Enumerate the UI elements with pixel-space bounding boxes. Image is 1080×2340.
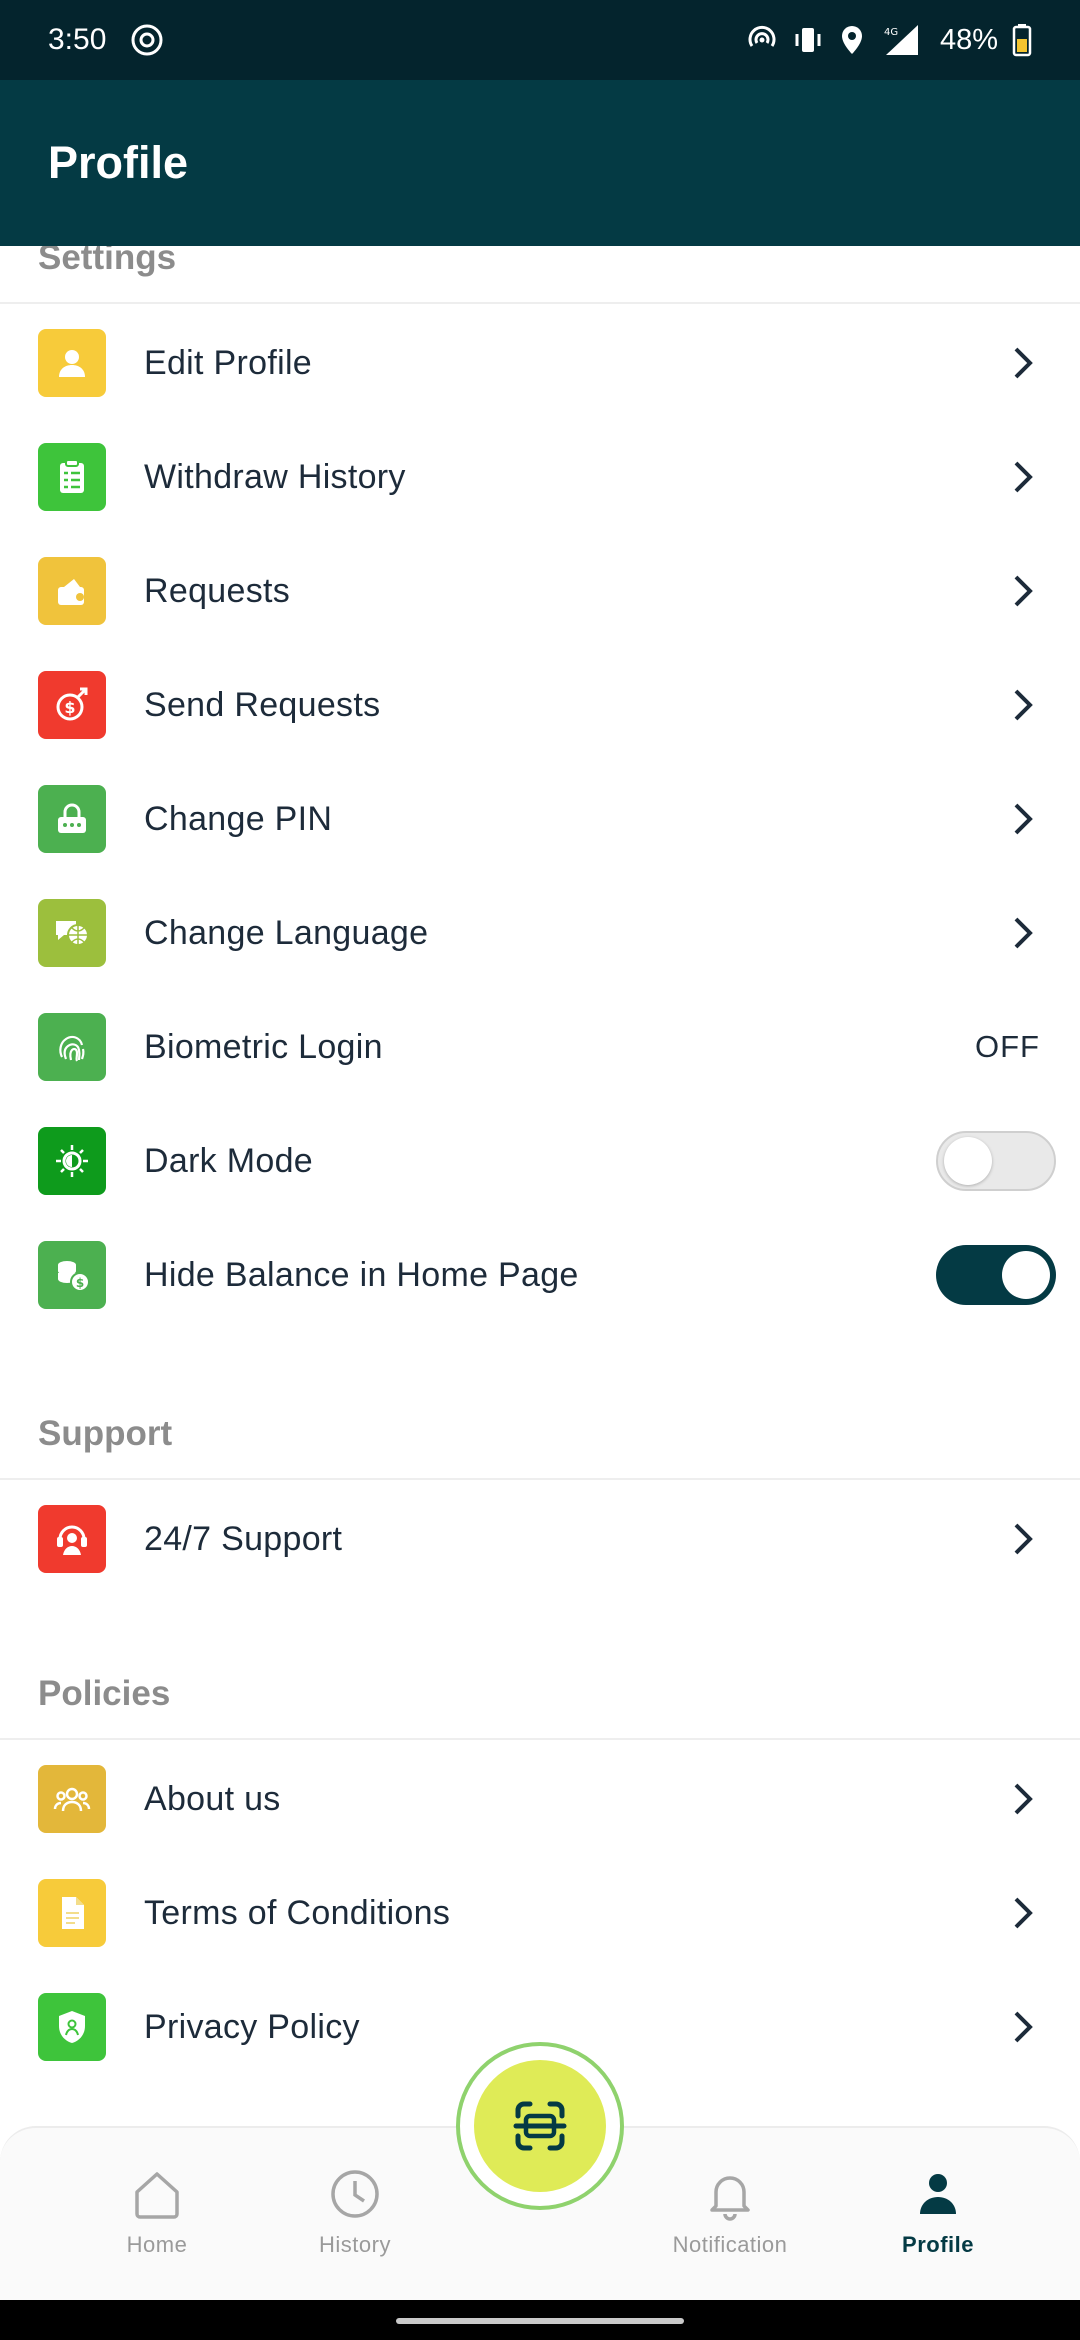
profile-content[interactable]: Settings Edit Profile Withdraw History R… xyxy=(0,246,1080,2126)
nav-label: Profile xyxy=(902,2232,974,2257)
chevron-right-icon xyxy=(1014,917,1033,949)
hotspot-icon xyxy=(748,25,776,47)
headset-icon xyxy=(38,1505,106,1573)
chevron-right-icon xyxy=(1014,689,1033,721)
send-money-icon: $ xyxy=(38,671,106,739)
policy-item-terms[interactable]: Terms of Conditions xyxy=(0,1858,1080,1968)
divider xyxy=(0,1478,1080,1480)
page-title: Profile xyxy=(48,137,189,188)
battery-percentage: 48% xyxy=(939,23,998,56)
vibrate-icon xyxy=(795,28,821,52)
home-gesture-bar[interactable] xyxy=(396,2318,684,2324)
settings-item-change-language[interactable]: Change Language xyxy=(0,878,1080,988)
bell-icon xyxy=(710,2176,750,2221)
support-item-24-7[interactable]: 24/7 Support xyxy=(0,1484,1080,1594)
chevron-right-icon xyxy=(1014,1897,1033,1929)
location-icon xyxy=(841,26,862,54)
chevron-right-icon xyxy=(1014,1523,1033,1555)
profile-icon xyxy=(920,2174,956,2214)
hide-balance-toggle[interactable] xyxy=(936,1245,1056,1305)
chevron-right-icon xyxy=(1014,1783,1033,1815)
nav-notification[interactable]: Notification xyxy=(630,2166,830,2258)
svg-text:4G: 4G xyxy=(884,27,898,38)
nav-history[interactable]: History xyxy=(255,2166,455,2258)
settings-item-label: Edit Profile xyxy=(144,343,313,382)
settings-item-label: Change Language xyxy=(144,913,429,952)
settings-item-edit-profile[interactable]: Edit Profile xyxy=(0,308,1080,418)
wallet-request-icon xyxy=(38,557,106,625)
support-item-label: 24/7 Support xyxy=(144,1519,343,1558)
toggle-knob xyxy=(944,1137,992,1185)
fingerprint-icon xyxy=(38,1013,106,1081)
policy-item-label: Privacy Policy xyxy=(144,2007,360,2046)
settings-item-send-requests[interactable]: $ Send Requests xyxy=(0,650,1080,760)
home-icon xyxy=(135,2172,179,2219)
nav-profile[interactable]: Profile xyxy=(838,2166,1038,2258)
section-title-support: Support xyxy=(38,1414,173,1453)
dark-mode-toggle[interactable] xyxy=(936,1131,1056,1191)
section-title-settings: Settings xyxy=(38,246,177,277)
chevron-right-icon xyxy=(1014,461,1033,493)
language-globe-icon xyxy=(38,899,106,967)
settings-item-label: Send Requests xyxy=(144,685,381,724)
nav-label: Home xyxy=(126,2232,188,2257)
battery-icon xyxy=(1012,24,1032,57)
settings-item-requests[interactable]: Requests xyxy=(0,536,1080,646)
biometric-status-value: OFF xyxy=(975,1029,1040,1064)
svg-text:$: $ xyxy=(76,1276,84,1290)
policy-item-label: About us xyxy=(144,1779,281,1818)
nav-label: Notification xyxy=(672,2232,788,2257)
section-title-policies: Policies xyxy=(38,1674,171,1713)
policy-item-label: Terms of Conditions xyxy=(144,1893,451,1932)
chevron-right-icon xyxy=(1014,2011,1033,2043)
chevron-right-icon xyxy=(1014,575,1033,607)
settings-item-dark-mode: Dark Mode xyxy=(0,1106,1080,1216)
user-icon xyxy=(38,329,106,397)
scan-icon xyxy=(513,2101,567,2151)
clipboard-list-icon xyxy=(38,443,106,511)
settings-item-label: Requests xyxy=(144,571,291,610)
divider xyxy=(0,302,1080,304)
clock-icon xyxy=(331,2170,379,2218)
toggle-knob xyxy=(1002,1251,1050,1299)
people-icon xyxy=(38,1765,106,1833)
dark-mode-icon xyxy=(38,1127,106,1195)
status-time: 3:50 xyxy=(48,23,107,56)
svg-text:$: $ xyxy=(64,698,75,717)
settings-item-label: Withdraw History xyxy=(144,457,406,496)
settings-item-withdraw-history[interactable]: Withdraw History xyxy=(0,422,1080,532)
settings-item-biometric-login[interactable]: Biometric Login OFF xyxy=(0,992,1080,1102)
settings-item-label: Hide Balance in Home Page xyxy=(144,1255,579,1294)
scan-button[interactable] xyxy=(474,2060,606,2192)
policy-item-about-us[interactable]: About us xyxy=(0,1744,1080,1854)
app-header: Profile xyxy=(0,80,1080,246)
divider xyxy=(0,1738,1080,1740)
app-notification-icon xyxy=(131,24,163,56)
document-icon xyxy=(38,1879,106,1947)
nav-label: History xyxy=(319,2232,391,2257)
signal-icon: 4G xyxy=(884,25,918,55)
settings-item-change-pin[interactable]: Change PIN xyxy=(0,764,1080,874)
settings-item-label: Dark Mode xyxy=(144,1141,313,1180)
lock-pin-icon xyxy=(38,785,106,853)
settings-item-label: Biometric Login xyxy=(144,1027,383,1066)
chevron-right-icon xyxy=(1014,347,1033,379)
status-bar: 3:50 4G 48% xyxy=(0,0,1080,80)
settings-item-hide-balance: $ Hide Balance in Home Page xyxy=(0,1220,1080,1330)
coins-icon: $ xyxy=(38,1241,106,1309)
nav-home[interactable]: Home xyxy=(57,2166,257,2258)
chevron-right-icon xyxy=(1014,803,1033,835)
settings-item-label: Change PIN xyxy=(144,799,333,838)
shield-user-icon xyxy=(38,1993,106,2061)
